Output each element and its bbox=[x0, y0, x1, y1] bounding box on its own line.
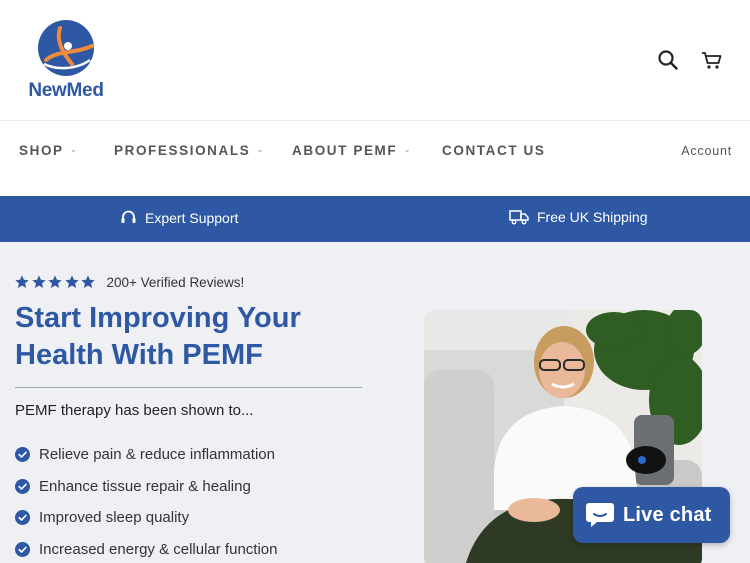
list-item: Increased energy & cellular function bbox=[15, 534, 277, 563]
hero-headline: Start Improving Your Health With PEMF bbox=[15, 302, 301, 371]
benefit-text: Enhance tissue repair & healing bbox=[39, 477, 251, 495]
chevron-down-icon: ⌄ bbox=[69, 144, 79, 154]
reviews-count: 200+ Verified Reviews! bbox=[106, 274, 245, 290]
newmed-logo[interactable]: NewMed bbox=[24, 20, 108, 102]
list-item: Relieve pain & reduce inflammation bbox=[15, 439, 277, 471]
chat-bubble-icon bbox=[586, 503, 614, 527]
expert-support-label: Expert Support bbox=[145, 209, 239, 226]
chevron-down-icon: ⌄ bbox=[256, 144, 266, 154]
account-link[interactable]: Account bbox=[681, 144, 732, 158]
benefits-list: Relieve pain & reduce inflammation Enhan… bbox=[15, 439, 277, 563]
star-icon bbox=[31, 275, 46, 288]
free-shipping-label: Free UK Shipping bbox=[537, 209, 648, 225]
headset-icon bbox=[121, 210, 136, 223]
chevron-down-icon: ⌄ bbox=[403, 144, 413, 154]
nav-item-contact-us[interactable]: CONTACT US bbox=[442, 143, 546, 158]
benefit-text: Increased energy & cellular function bbox=[39, 540, 278, 558]
site-header: NewMed bbox=[0, 0, 750, 120]
benefit-text: Relieve pain & reduce inflammation bbox=[39, 446, 275, 464]
benefit-text: Improved sleep quality bbox=[39, 509, 190, 527]
star-icon bbox=[15, 275, 29, 288]
logo-mark bbox=[38, 20, 94, 76]
divider bbox=[15, 387, 362, 388]
rating[interactable]: 200+ Verified Reviews! bbox=[14, 274, 244, 290]
nav-item-about-pemf[interactable]: ABOUT PEMF ⌄ bbox=[292, 143, 412, 158]
free-shipping-item: Free UK Shipping bbox=[509, 209, 648, 225]
check-circle-icon bbox=[15, 510, 30, 526]
search-icon[interactable] bbox=[656, 48, 680, 72]
logo-wordmark: NewMed bbox=[28, 80, 104, 101]
nav-item-shop[interactable]: SHOP ⌄ bbox=[19, 143, 79, 158]
list-item: Enhance tissue repair & healing bbox=[15, 471, 277, 503]
star-icon bbox=[48, 275, 62, 288]
nav-item-label: PROFESSIONALS bbox=[114, 143, 251, 158]
check-circle-icon bbox=[15, 541, 30, 557]
expert-support-item: Expert Support bbox=[120, 209, 238, 226]
nav-item-label: SHOP bbox=[19, 143, 64, 158]
check-circle-icon bbox=[15, 447, 30, 463]
live-chat-label: Live chat bbox=[623, 503, 712, 526]
main-nav: SHOP ⌄ PROFESSIONALS ⌄ ABOUT PEMF ⌄ CONTACT… bbox=[0, 120, 750, 196]
hero-intro: PEMF therapy has been shown to... bbox=[15, 402, 254, 419]
truck-icon bbox=[509, 210, 529, 225]
star-icon bbox=[64, 275, 79, 288]
nav-item-label: ABOUT PEMF bbox=[292, 143, 398, 158]
live-chat-button[interactable]: Live chat bbox=[573, 487, 730, 543]
check-circle-icon bbox=[15, 478, 30, 494]
cart-icon[interactable] bbox=[700, 48, 724, 72]
nav-item-label: CONTACT US bbox=[442, 143, 546, 158]
nav-item-professionals[interactable]: PROFESSIONALS ⌄ bbox=[114, 143, 265, 158]
usp-banner: Expert Support Free UK Shipping bbox=[0, 196, 750, 242]
star-icon bbox=[81, 275, 95, 288]
list-item: Improved sleep quality bbox=[15, 502, 277, 534]
